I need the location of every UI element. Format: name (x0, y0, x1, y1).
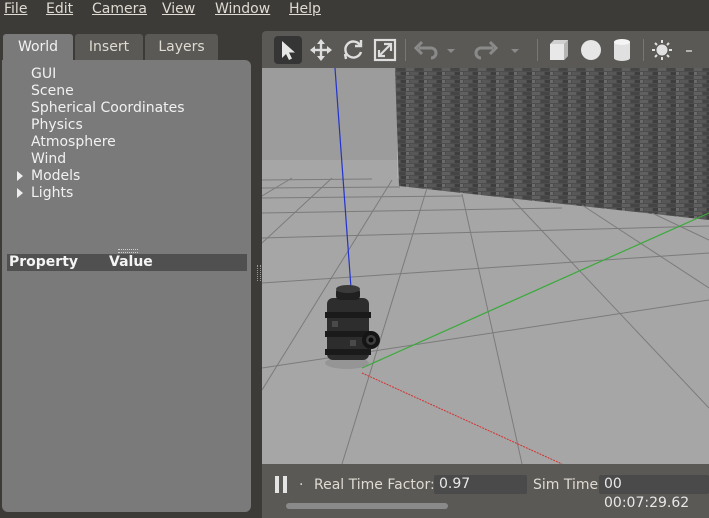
tree-item-gui[interactable]: GUI (31, 66, 56, 82)
property-column-header: Property (9, 254, 79, 270)
pane-splitter-handle[interactable] (118, 249, 138, 253)
tree-item-lights[interactable]: Lights (31, 185, 73, 201)
box-icon[interactable] (544, 36, 572, 64)
left-panel: World Insert Layers GUI Scene Spherical … (0, 22, 256, 518)
undo-dropdown-icon[interactable] (444, 36, 458, 64)
status-bar: . Real Time Factor: 0.97 Sim Time: 00 00… (262, 464, 709, 511)
cylinder-icon[interactable] (608, 36, 636, 64)
horizontal-scrollbar[interactable] (286, 503, 448, 509)
tree-item-spherical-coordinates[interactable]: Spherical Coordinates (31, 100, 185, 116)
redo-icon[interactable] (473, 36, 501, 64)
tree-item-atmosphere[interactable]: Atmosphere (31, 134, 116, 150)
undo-icon[interactable] (411, 36, 439, 64)
sim-time-label: Sim Time: (533, 477, 603, 493)
toolbar-separator (537, 39, 538, 61)
tree-item-models[interactable]: Models (31, 168, 80, 184)
real-time-factor-label: Real Time Factor: (314, 477, 435, 493)
scale-icon[interactable] (371, 36, 399, 64)
expand-arrow-icon[interactable] (17, 171, 23, 181)
3d-scene-view[interactable] (262, 68, 709, 464)
menu-view[interactable]: View (162, 1, 195, 17)
value-column-header: Value (109, 254, 153, 270)
translate-icon[interactable] (307, 36, 335, 64)
menu-camera[interactable]: Camera (92, 1, 147, 17)
expand-arrow-icon[interactable] (17, 188, 23, 198)
redo-dropdown-icon[interactable] (508, 36, 522, 64)
tab-insert[interactable]: Insert (75, 34, 143, 60)
tree-item-wind[interactable]: Wind (31, 151, 66, 167)
menu-bar: File Edit Camera View Window Help (0, 0, 709, 22)
menu-edit[interactable]: Edit (46, 1, 73, 17)
toolbar (262, 31, 709, 67)
toolbar-more-icon[interactable] (684, 36, 694, 64)
property-table-header: Property Value (7, 254, 247, 271)
tree-item-scene[interactable]: Scene (31, 83, 74, 99)
menu-help[interactable]: Help (289, 1, 321, 17)
tab-world[interactable]: World (3, 34, 73, 60)
pause-icon[interactable] (275, 476, 287, 493)
sim-time-value: 00 00:07:29.62 (599, 475, 709, 511)
world-tree-panel: GUI Scene Spherical Coordinates Physics … (2, 60, 251, 512)
tab-layers[interactable]: Layers (145, 34, 218, 60)
menu-file[interactable]: File (4, 1, 27, 17)
menu-window[interactable]: Window (215, 1, 270, 17)
sphere-icon[interactable] (577, 36, 605, 64)
real-time-factor-value: 0.97 (434, 475, 527, 494)
select-arrow-icon[interactable] (274, 36, 302, 64)
tree-item-physics[interactable]: Physics (31, 117, 83, 133)
toolbar-separator (405, 39, 406, 61)
toolbar-separator (643, 39, 644, 61)
render-panel: . Real Time Factor: 0.97 Sim Time: 00 00… (262, 31, 709, 518)
rotate-icon[interactable] (339, 36, 367, 64)
status-dot: . (299, 473, 304, 489)
sun-icon[interactable] (648, 36, 676, 64)
panel-splitter-handle[interactable] (257, 265, 261, 281)
